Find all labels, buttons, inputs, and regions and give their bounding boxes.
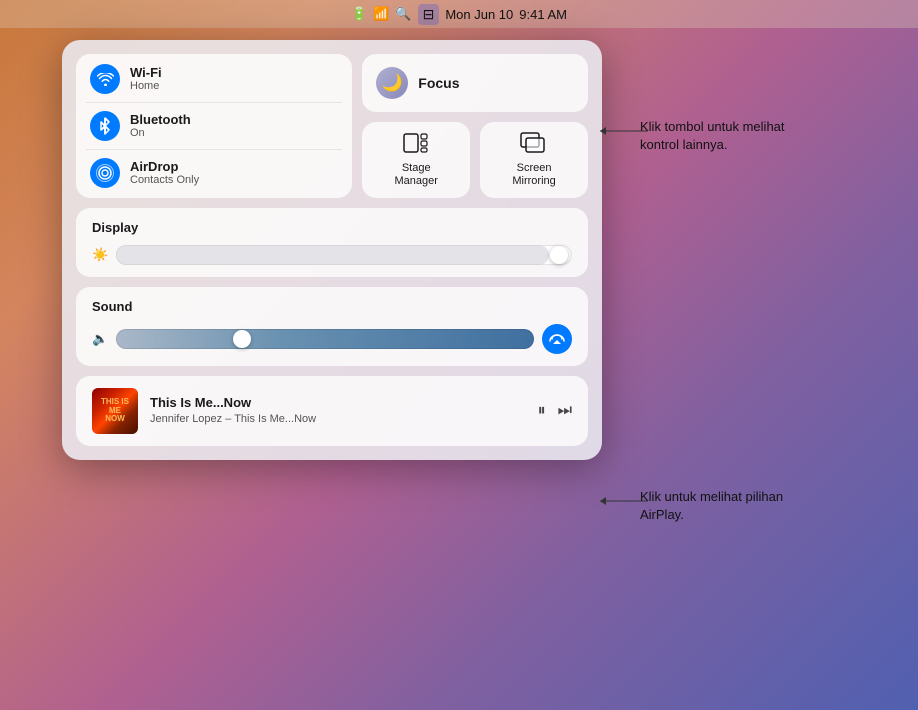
brightness-slider[interactable] <box>116 245 572 265</box>
bluetooth-label: Bluetooth <box>130 112 191 128</box>
screen-mirroring-label: ScreenMirroring <box>512 162 555 188</box>
wifi-icon <box>90 64 120 94</box>
music-controls: ⏸ ⏭ <box>538 402 572 420</box>
wifi-sub: Home <box>130 80 162 93</box>
sound-title: Sound <box>92 299 572 314</box>
stage-manager-icon <box>403 132 429 158</box>
display-slider-row: ☀️ <box>92 245 572 265</box>
conn-divider-2 <box>86 149 342 150</box>
airdrop-icon <box>90 158 120 188</box>
stage-manager-button[interactable]: StageManager <box>362 122 470 198</box>
airdrop-text: AirDrop Contacts Only <box>130 159 199 188</box>
annotation-bottom: Klik untuk melihat pilihan AirPlay. <box>640 488 810 524</box>
sound-slider-row: 🔈 <box>92 324 572 354</box>
volume-thumb[interactable] <box>233 330 251 348</box>
menubar-center: 🔋 📶 🔍 ⊟ Mon Jun 10 9:41 AM <box>351 4 567 25</box>
bluetooth-item[interactable]: Bluetooth On <box>90 111 338 141</box>
sound-section: Sound 🔈 <box>76 287 588 366</box>
annotation-bottom-arrow <box>600 500 650 502</box>
focus-moon-icon: 🌙 <box>376 67 408 99</box>
bluetooth-sub: On <box>130 127 191 140</box>
bluetooth-text: Bluetooth On <box>130 112 191 141</box>
album-art-text: THIS ISMENOW <box>99 396 131 426</box>
screen-mirroring-icon <box>520 132 548 158</box>
brightness-low-icon: ☀️ <box>92 247 108 263</box>
airdrop-label: AirDrop <box>130 159 199 175</box>
control-center-panel: Wi-Fi Home Blu <box>62 40 602 460</box>
search-icon[interactable]: 🔍 <box>395 6 411 22</box>
airdrop-item[interactable]: AirDrop Contacts Only <box>90 158 338 188</box>
volume-slider[interactable] <box>116 329 534 349</box>
wifi-item[interactable]: Wi-Fi Home <box>90 64 338 94</box>
battery-icon: 🔋 <box>351 6 367 22</box>
volume-icon: 🔈 <box>92 331 108 347</box>
menubar-date: Mon Jun 10 <box>445 7 513 22</box>
display-title: Display <box>92 220 572 235</box>
annotation-bottom-text: Klik untuk melihat pilihan AirPlay. <box>640 488 810 524</box>
right-column: 🌙 Focus StageManager <box>362 54 588 198</box>
music-section: THIS ISMENOW This Is Me...Now Jennifer L… <box>76 376 588 446</box>
bluetooth-icon <box>90 111 120 141</box>
control-center-icon[interactable]: ⊟ <box>418 4 440 25</box>
top-row: Wi-Fi Home Blu <box>76 54 588 198</box>
brightness-thumb[interactable] <box>550 246 568 264</box>
skip-forward-button[interactable]: ⏭ <box>558 402 572 420</box>
stage-screen-row: StageManager ScreenMirroring <box>362 122 588 198</box>
screen-mirroring-button[interactable]: ScreenMirroring <box>480 122 588 198</box>
connectivity-block: Wi-Fi Home Blu <box>76 54 352 198</box>
annotation-top: Klik tombol untuk melihat kontrol lainny… <box>640 118 810 154</box>
menubar: 🔋 📶 🔍 ⊟ Mon Jun 10 9:41 AM <box>0 0 918 28</box>
music-artist: Jennifer Lopez – This Is Me...Now <box>150 412 526 426</box>
music-title: This Is Me...Now <box>150 395 526 412</box>
album-art: THIS ISMENOW <box>92 388 138 434</box>
focus-button[interactable]: 🌙 Focus <box>362 54 588 112</box>
airdrop-sub: Contacts Only <box>130 174 199 187</box>
wifi-text: Wi-Fi Home <box>130 65 162 94</box>
display-section: Display ☀️ <box>76 208 588 277</box>
music-info: This Is Me...Now Jennifer Lopez – This I… <box>150 395 526 426</box>
wifi-menu-icon: 📶 <box>373 6 389 22</box>
annotation-top-text: Klik tombol untuk melihat kontrol lainny… <box>640 118 810 154</box>
annotation-top-arrow <box>600 130 650 132</box>
menubar-time: 9:41 AM <box>519 7 567 22</box>
wifi-label: Wi-Fi <box>130 65 162 81</box>
conn-divider-1 <box>86 102 342 103</box>
focus-label: Focus <box>418 75 459 91</box>
airplay-button[interactable] <box>542 324 572 354</box>
pause-button[interactable]: ⏸ <box>538 402 546 420</box>
stage-manager-label: StageManager <box>395 162 438 188</box>
